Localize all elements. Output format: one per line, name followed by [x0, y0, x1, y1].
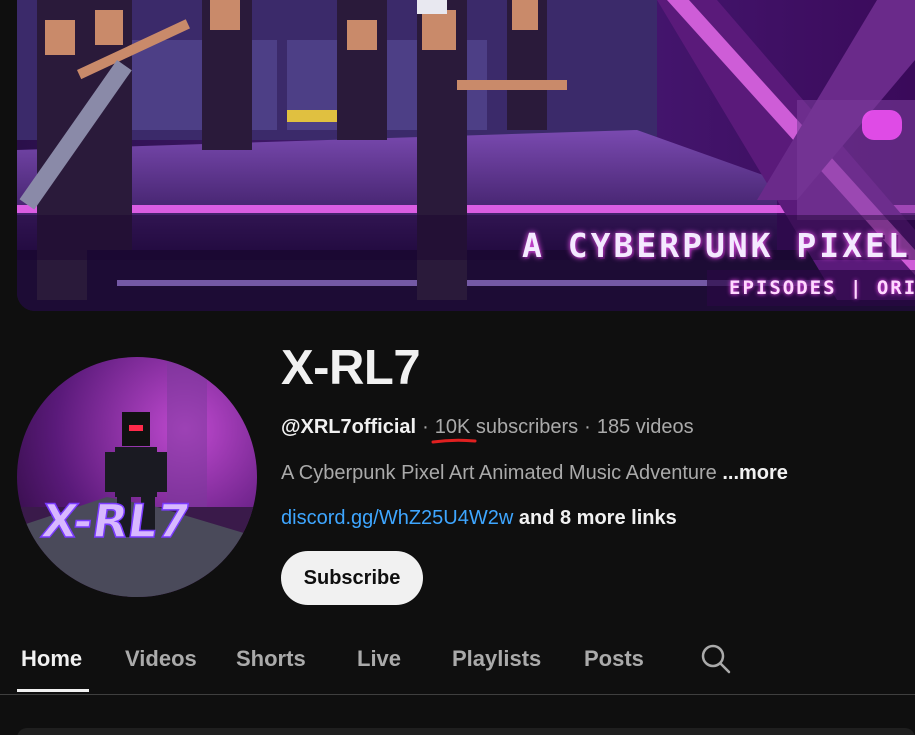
- channel-meta: @XRL7official · 10K subscribers · 185 videos: [281, 416, 694, 444]
- more-links-button[interactable]: and 8 more links: [519, 507, 677, 529]
- subscriber-count-value: 10K: [434, 416, 471, 438]
- description-text: A Cyberpunk Pixel Art Animated Music Adv…: [281, 462, 717, 484]
- meta-separator: ·: [584, 416, 591, 438]
- channel-banner: A CYBERPUNK PIXEL AR EPISODES | ORIGIN: [17, 0, 915, 311]
- banner-title: A CYBERPUNK PIXEL AR: [522, 226, 915, 265]
- avatar-artwork: X-RL7: [17, 357, 257, 597]
- subscribe-button[interactable]: Subscribe: [281, 551, 423, 605]
- channel-avatar[interactable]: X-RL7: [17, 357, 257, 597]
- tab-playlists[interactable]: Playlists: [452, 646, 541, 672]
- channel-name: X-RL7: [281, 341, 421, 395]
- channel-page: A CYBERPUNK PIXEL AR EPISODES | ORIGIN: [0, 0, 915, 735]
- annotation-underline: [431, 438, 477, 444]
- channel-links: discord.gg/WhZ25U4W2w and 8 more links: [281, 507, 677, 530]
- banner-subtitle: EPISODES | ORIGIN: [729, 277, 915, 299]
- content-area-top: [17, 728, 915, 735]
- subscriber-label: subscribers: [475, 416, 579, 438]
- active-tab-indicator: [17, 689, 89, 692]
- discord-link[interactable]: discord.gg/WhZ25U4W2w: [281, 507, 513, 529]
- channel-handle: @XRL7official: [281, 416, 417, 438]
- description-more-button[interactable]: ...more: [722, 462, 788, 484]
- tab-live[interactable]: Live: [357, 646, 401, 672]
- subscriber-count: 10K: [431, 416, 477, 444]
- tab-home[interactable]: Home: [21, 646, 82, 672]
- meta-separator: ·: [422, 416, 429, 438]
- video-count: 185 videos: [596, 416, 694, 438]
- tab-shorts[interactable]: Shorts: [236, 646, 306, 672]
- search-icon[interactable]: [700, 643, 732, 675]
- avatar-logo: X-RL7: [38, 494, 193, 548]
- tab-videos[interactable]: Videos: [125, 646, 197, 672]
- channel-description[interactable]: A Cyberpunk Pixel Art Animated Music Adv…: [281, 462, 788, 485]
- tab-posts[interactable]: Posts: [584, 646, 644, 672]
- channel-tabs: Home Videos Shorts Live Playlists Posts: [0, 630, 915, 695]
